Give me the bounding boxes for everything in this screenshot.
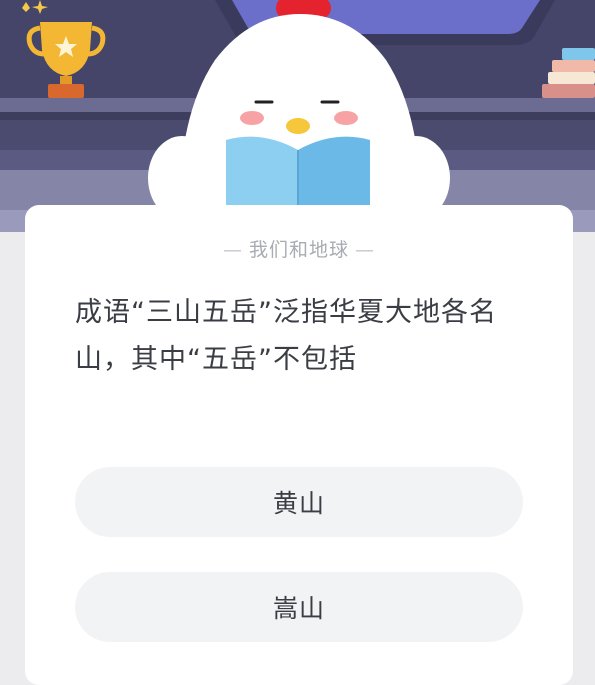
answer-option-label: 嵩山: [272, 594, 325, 623]
quiz-category-label: 我们和地球: [248, 239, 349, 261]
answer-option-1[interactable]: 黄山: [75, 467, 523, 537]
answer-option-label: 黄山: [272, 489, 325, 518]
answer-option-2[interactable]: 嵩山: [75, 572, 523, 642]
quiz-category-heading: — 我们和地球 —: [25, 235, 573, 262]
quiz-question: 成语“三山五岳”泛指华夏大地各名山，其中“五岳”不包括: [75, 297, 497, 375]
hero-illustration: [0, 0, 595, 232]
decorative-dash-right: —: [355, 239, 375, 261]
hero-scene: [0, 0, 595, 232]
decorative-dash-left: —: [222, 239, 243, 261]
quiz-card: — 我们和地球 — 成语“三山五岳”泛指华夏大地各名山，其中“五岳”不包括 黄山 嵩…: [25, 205, 573, 685]
